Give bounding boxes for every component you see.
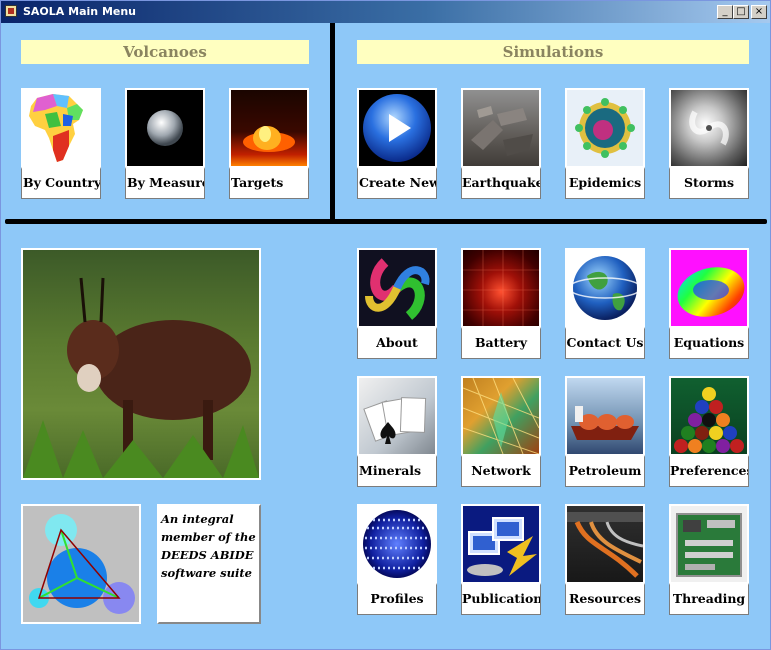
about-label: About (357, 327, 437, 359)
equations-button[interactable]: Equations (669, 248, 749, 360)
binary-sphere-icon (357, 504, 437, 584)
by-country-label: By Country (21, 167, 101, 199)
circuit-icon (461, 248, 541, 328)
epidemics-label: Epidemics (565, 167, 645, 199)
tanker-ship-icon (565, 376, 645, 456)
network-label: Network (461, 455, 541, 487)
sphere-icon (125, 88, 205, 168)
profiles-label: Profiles (357, 583, 437, 615)
saola-photo (21, 248, 261, 480)
network-button[interactable]: Network (461, 376, 541, 488)
circuit-board-icon (669, 504, 749, 584)
billiard-balls-icon (669, 376, 749, 456)
africa-map-icon (21, 88, 101, 168)
app-icon[interactable] (5, 5, 17, 17)
minerals-label: Minerals (357, 455, 437, 487)
preferences-label: Preferences (669, 455, 749, 487)
create-new-button[interactable]: Create New (357, 88, 437, 200)
horizontal-separator (5, 219, 767, 224)
storms-label: Storms (669, 167, 749, 199)
by-measure-label: By Measure (125, 167, 205, 199)
publications-label: Publications (461, 583, 541, 615)
petroleum-label: Petroleum (565, 455, 645, 487)
virus-icon (565, 88, 645, 168)
create-new-label: Create New (357, 167, 437, 199)
minimize-button[interactable]: _ (717, 5, 733, 19)
preferences-button[interactable]: Preferences (669, 376, 749, 488)
close-button[interactable]: × (751, 5, 767, 19)
rubble-icon (461, 88, 541, 168)
battery-label: Battery (461, 327, 541, 359)
profiles-button[interactable]: Profiles (357, 504, 437, 616)
vertical-separator (330, 23, 335, 219)
epidemics-button[interactable]: Epidemics (565, 88, 645, 200)
targets-label: Targets (229, 167, 309, 199)
publications-button[interactable]: Publications (461, 504, 541, 616)
swirl-icon (357, 248, 437, 328)
about-button[interactable]: About (357, 248, 437, 360)
storms-button[interactable]: Storms (669, 88, 749, 200)
window-title: SAOLA Main Menu (23, 5, 137, 18)
earthquakes-button[interactable]: Earthquakes (461, 88, 541, 200)
simulations-header: Simulations (357, 40, 749, 64)
by-country-button[interactable]: By Country (21, 88, 101, 200)
title-bar[interactable]: SAOLA Main Menu _ □ × (1, 1, 770, 23)
maximize-button[interactable]: □ (733, 5, 749, 19)
contact-us-button[interactable]: Contact Us (565, 248, 645, 360)
surface-plot-icon (669, 248, 749, 328)
earthquakes-label: Earthquakes (461, 167, 541, 199)
cables-icon (565, 504, 645, 584)
playing-cards-icon (357, 376, 437, 456)
deeds-logo (21, 504, 141, 624)
equations-label: Equations (669, 327, 749, 359)
petroleum-button[interactable]: Petroleum (565, 376, 645, 488)
threading-label: Threading (669, 583, 749, 615)
minerals-button[interactable]: Minerals (357, 376, 437, 488)
battery-button[interactable]: Battery (461, 248, 541, 360)
network-mesh-icon (461, 376, 541, 456)
volcanoes-header: Volcanoes (21, 40, 309, 64)
lava-icon (229, 88, 309, 168)
resources-label: Resources (565, 583, 645, 615)
by-measure-button[interactable]: By Measure (125, 88, 205, 200)
contact-us-label: Contact Us (565, 327, 645, 359)
computers-icon (461, 504, 541, 584)
threading-button[interactable]: Threading (669, 504, 749, 616)
targets-button[interactable]: Targets (229, 88, 309, 200)
main-window: SAOLA Main Menu _ □ × Volcanoes Simulati… (0, 0, 771, 650)
client-area: Volcanoes Simulations By Country By Meas… (1, 23, 770, 649)
resources-button[interactable]: Resources (565, 504, 645, 616)
hurricane-icon (669, 88, 749, 168)
play-icon (357, 88, 437, 168)
globe-icon (565, 248, 645, 328)
suite-note: An integral member of the DEEDS ABIDE so… (157, 504, 261, 624)
